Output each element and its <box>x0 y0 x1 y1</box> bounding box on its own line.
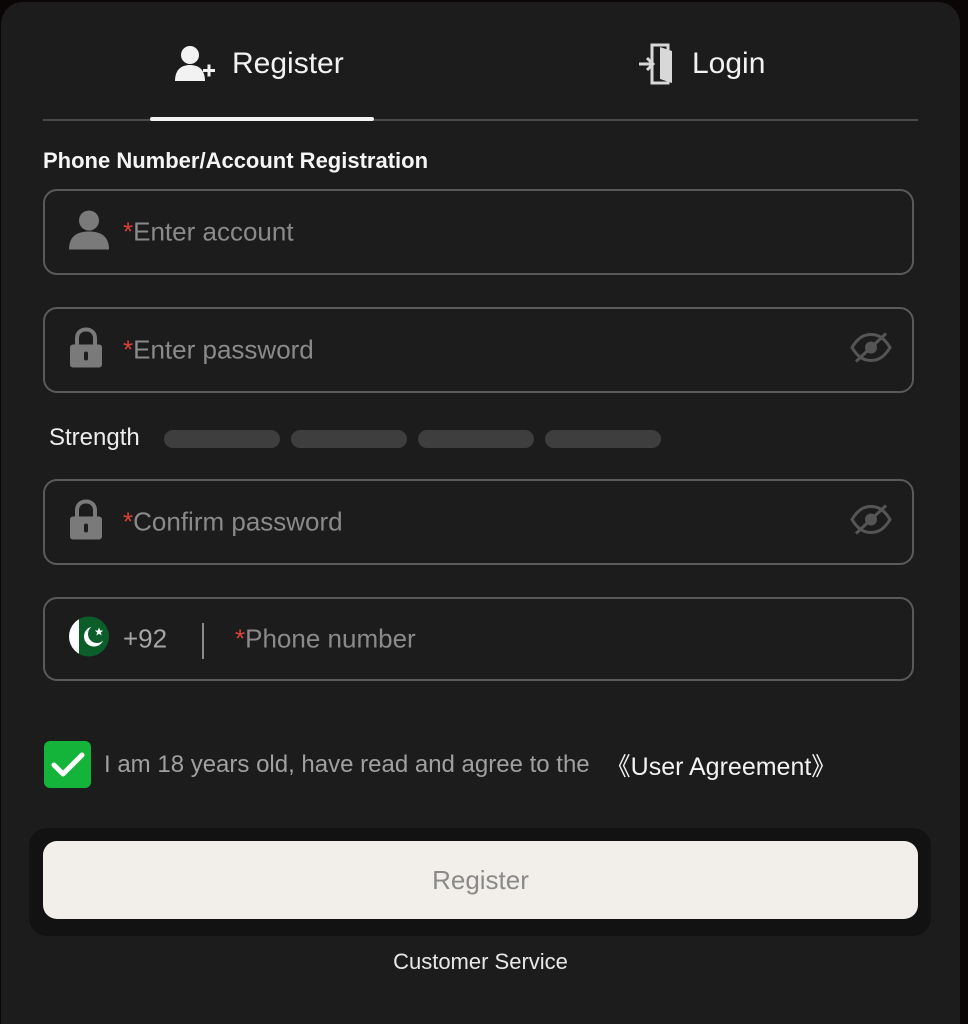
strength-label: Strength <box>49 424 140 451</box>
eye-off-icon[interactable] <box>850 332 892 369</box>
password-field[interactable]: *Enter password <box>43 307 914 393</box>
checkmark-icon <box>51 752 84 776</box>
agreement-checkbox[interactable] <box>44 741 91 788</box>
agreement-text: I am 18 years old, have read and agree t… <box>104 750 590 778</box>
account-placeholder: *Enter account <box>123 216 294 247</box>
lock-icon <box>69 327 103 373</box>
section-title: Phone Number/Account Registration <box>43 148 429 173</box>
strength-segment-4 <box>545 430 661 448</box>
account-field[interactable]: *Enter account <box>43 189 914 275</box>
strength-segment-2 <box>291 430 407 448</box>
phone-country-code[interactable]: +92 <box>123 624 167 655</box>
strength-segment-1 <box>164 430 280 448</box>
user-plus-icon <box>174 45 216 83</box>
tab-login[interactable]: Login <box>638 40 765 88</box>
login-door-icon <box>638 43 676 85</box>
phone-placeholder: *Phone number <box>235 623 416 654</box>
phone-field[interactable]: +92 *Phone number <box>43 597 914 681</box>
confirm-password-field[interactable]: *Confirm password <box>43 479 914 565</box>
strength-segment-3 <box>418 430 534 448</box>
customer-service-link[interactable]: Customer Service <box>1 949 960 975</box>
user-icon <box>69 210 109 255</box>
pakistan-flag-icon[interactable] <box>69 616 109 662</box>
agreement-row: I am 18 years old, have read and agree t… <box>44 741 836 788</box>
user-agreement-link[interactable]: 《User Agreement》 <box>606 747 837 783</box>
eye-off-icon[interactable] <box>850 504 892 541</box>
confirm-password-placeholder: *Confirm password <box>123 506 343 537</box>
tab-register-label: Register <box>232 47 344 80</box>
register-panel: Register Login Phone Number/Account Regi… <box>1 2 960 1024</box>
register-button[interactable]: Register <box>43 841 918 919</box>
tab-register[interactable]: Register <box>174 40 344 88</box>
tab-login-label: Login <box>692 47 766 80</box>
phone-divider <box>202 623 204 659</box>
lock-icon <box>69 499 103 545</box>
password-placeholder: *Enter password <box>123 334 314 365</box>
tab-active-indicator <box>150 117 374 121</box>
